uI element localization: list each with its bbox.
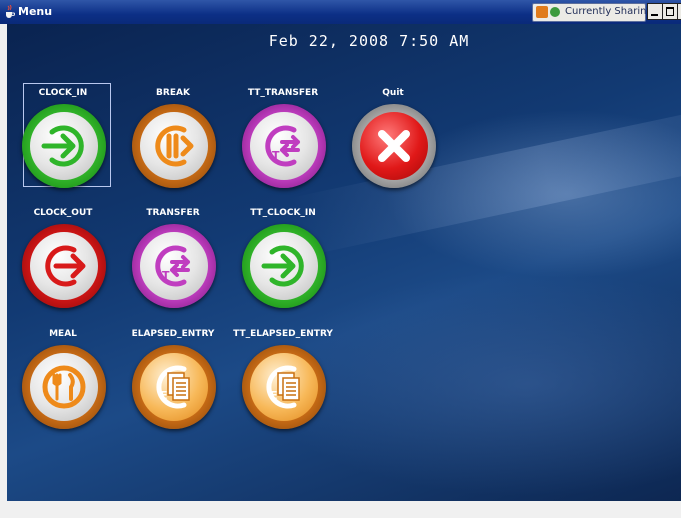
- transfer-button[interactable]: T: [132, 224, 216, 308]
- transfer-arrows-icon: T: [155, 245, 190, 287]
- tt-elapsed-entry-icon: E: [266, 365, 300, 409]
- clock-out-arrow-icon: [45, 245, 86, 287]
- elapsed-entry-icon: E: [156, 365, 190, 409]
- maximize-button[interactable]: [662, 3, 678, 20]
- tt-elapsed-entry-label: TT_ELAPSED_ENTRY: [233, 329, 333, 339]
- sharing-indicator[interactable]: Currently Sharing: [532, 3, 653, 22]
- tt-transfer-label: TT_TRANSFER: [247, 88, 319, 98]
- transfer-label: TRANSFER: [146, 208, 200, 218]
- clock-out-label: CLOCK_OUT: [33, 208, 93, 218]
- clock-out-button[interactable]: [22, 224, 106, 308]
- svg-text:E: E: [160, 389, 168, 402]
- break-pause-icon: [155, 125, 194, 167]
- java-cup-icon: [6, 5, 15, 18]
- share-app-icon: [536, 6, 548, 18]
- quit-button[interactable]: [352, 104, 436, 188]
- sharing-label: Currently Sharing: [565, 6, 653, 17]
- elapsed-entry-button[interactable]: E: [132, 345, 216, 429]
- svg-text:T: T: [162, 269, 170, 282]
- svg-text:E: E: [270, 389, 278, 402]
- quit-x-icon: [378, 130, 410, 162]
- quit-label: Quit: [382, 88, 404, 98]
- window-title: Menu: [18, 5, 53, 18]
- clock-in-label: CLOCK_IN: [38, 88, 88, 98]
- tt-transfer-arrows-icon: T: [265, 125, 300, 167]
- meal-fork-knife-icon: [42, 365, 86, 409]
- break-button[interactable]: [132, 104, 216, 188]
- clock-in-arrow-icon: [41, 125, 84, 167]
- clock-in-button[interactable]: [22, 104, 106, 188]
- close-button[interactable]: [677, 3, 681, 20]
- share-status-icon: [550, 7, 560, 17]
- title-bar: Menu Currently Sharing: [0, 0, 681, 24]
- meal-button[interactable]: [22, 345, 106, 429]
- tt-clock-in-arrow-icon: [261, 245, 304, 287]
- tt-transfer-button[interactable]: T: [242, 104, 326, 188]
- tt-clock-in-button[interactable]: [242, 224, 326, 308]
- menu-panel: Feb 22, 2008 7:50 AM CLOCK_IN BREAK TT_T…: [7, 24, 681, 501]
- break-label: BREAK: [156, 88, 190, 98]
- current-datetime: Feb 22, 2008 7:50 AM: [268, 32, 470, 50]
- background-streak: [286, 90, 681, 258]
- tt-clock-in-label: TT_CLOCK_IN: [250, 208, 316, 218]
- minimize-button[interactable]: [647, 3, 663, 20]
- meal-label: MEAL: [49, 329, 77, 339]
- menu-window: Menu Currently Sharing Feb 22, 2008 7:50…: [0, 0, 681, 518]
- svg-text:T: T: [272, 149, 280, 162]
- elapsed-entry-label: ELAPSED_ENTRY: [131, 329, 215, 339]
- tt-elapsed-entry-button[interactable]: E: [242, 345, 326, 429]
